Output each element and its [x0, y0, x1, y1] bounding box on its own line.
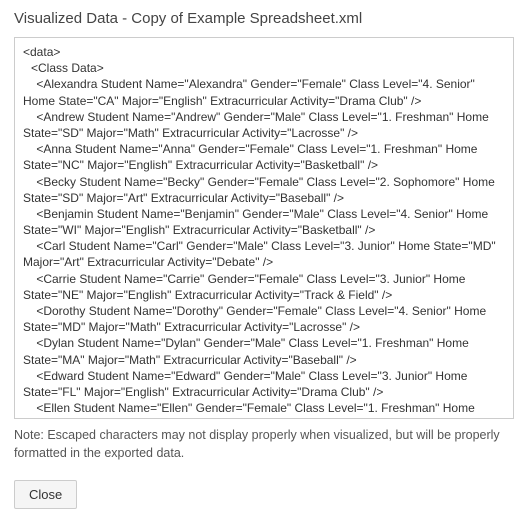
note-text: Note: Escaped characters may not display…: [14, 427, 516, 462]
xml-student-row: <Carrie Student Name="Carrie" Gender="Fe…: [23, 271, 505, 303]
close-button[interactable]: Close: [14, 480, 77, 509]
xml-content-box[interactable]: <data> <Class Data> <Alexandra Student N…: [14, 37, 514, 419]
xml-student-row: <Andrew Student Name="Andrew" Gender="Ma…: [23, 109, 505, 141]
dialog-title: Visualized Data - Copy of Example Spread…: [14, 10, 516, 27]
xml-root-open: <data>: [23, 44, 505, 60]
xml-student-row: <Anna Student Name="Anna" Gender="Female…: [23, 141, 505, 173]
xml-students-list: <Alexandra Student Name="Alexandra" Gend…: [23, 76, 505, 419]
xml-student-row: <Edward Student Name="Edward" Gender="Ma…: [23, 368, 505, 400]
xml-class-open: <Class Data>: [23, 60, 505, 76]
xml-student-row: <Carl Student Name="Carl" Gender="Male" …: [23, 238, 505, 270]
xml-student-row: <Dylan Student Name="Dylan" Gender="Male…: [23, 335, 505, 367]
xml-student-row: <Benjamin Student Name="Benjamin" Gender…: [23, 206, 505, 238]
xml-student-row: <Becky Student Name="Becky" Gender="Fema…: [23, 174, 505, 206]
xml-student-row: <Alexandra Student Name="Alexandra" Gend…: [23, 76, 505, 108]
xml-student-row: <Dorothy Student Name="Dorothy" Gender="…: [23, 303, 505, 335]
xml-student-row: <Ellen Student Name="Ellen" Gender="Fema…: [23, 400, 505, 419]
